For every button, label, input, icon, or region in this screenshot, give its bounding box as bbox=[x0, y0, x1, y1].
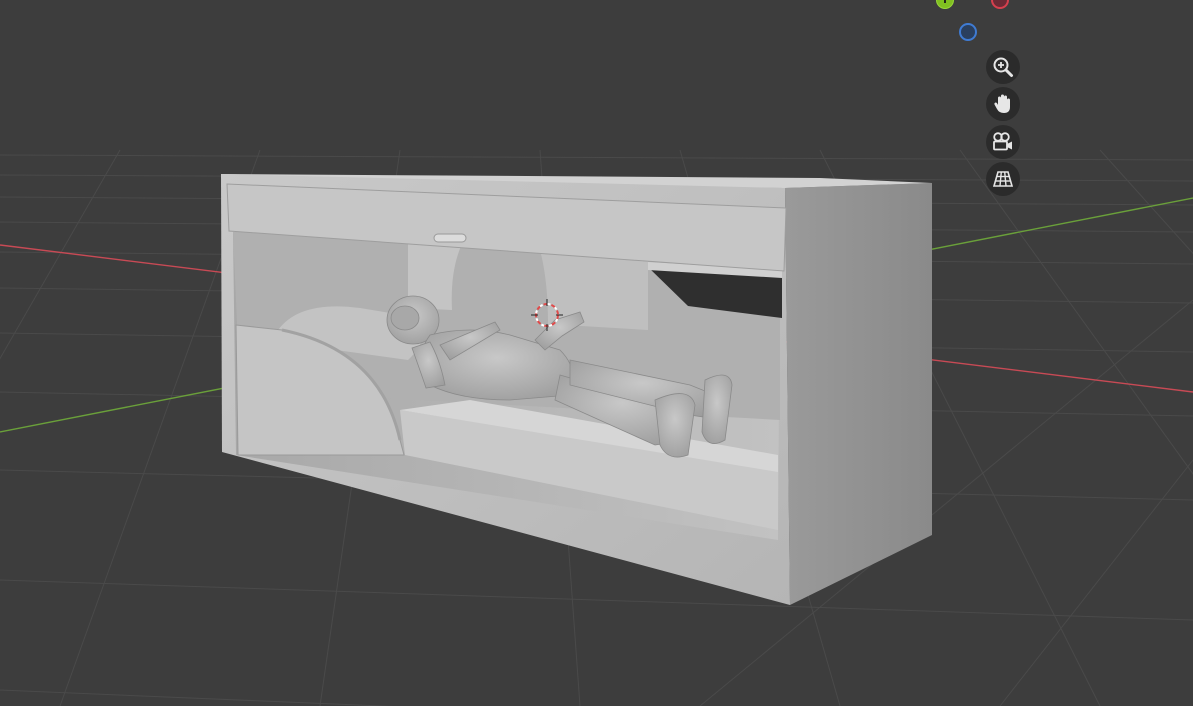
hand-pan-icon bbox=[994, 94, 1010, 113]
gizmo-negative-z-ball[interactable] bbox=[959, 23, 977, 41]
astronaut-visor bbox=[390, 305, 420, 331]
back-wall-arch-right bbox=[540, 250, 648, 330]
perspective-toggle-button[interactable] bbox=[986, 162, 1020, 196]
pan-button[interactable] bbox=[986, 87, 1020, 121]
zoom-in-icon bbox=[993, 57, 1013, 77]
gizmo-y-label: Y bbox=[941, 0, 949, 6]
cabinet-side-face[interactable] bbox=[785, 183, 932, 605]
zoom-button[interactable] bbox=[986, 50, 1020, 84]
camera-icon bbox=[993, 132, 1012, 151]
astronaut-boot-left bbox=[654, 393, 696, 458]
3d-viewport[interactable]: Y bbox=[0, 0, 1193, 706]
top-panel-handle[interactable] bbox=[433, 233, 467, 243]
camera-view-button[interactable] bbox=[986, 125, 1020, 159]
grid-perspective-icon bbox=[992, 171, 1014, 187]
